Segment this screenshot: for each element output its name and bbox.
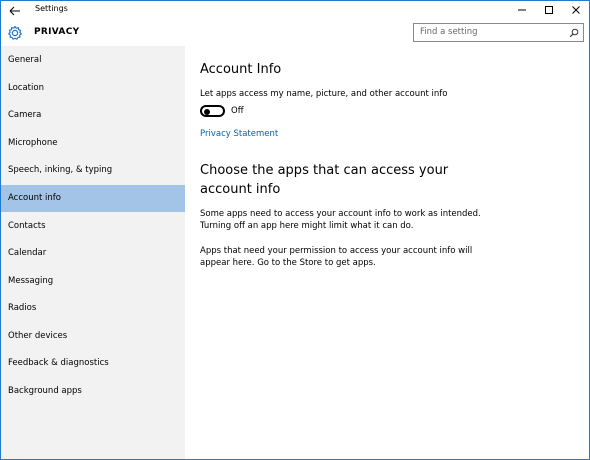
sidebar-item-label: Speech, inking, & typing [8, 165, 113, 175]
sidebar-item-background-apps[interactable]: Background apps [1, 378, 185, 405]
store-info-paragraph: Apps that need your permission to access… [200, 246, 473, 268]
sidebar-item-microphone[interactable]: Microphone [1, 130, 185, 157]
apps-heading: Choose the apps that can access your acc… [200, 163, 449, 197]
search-placeholder: Find a setting [420, 27, 478, 37]
apps-info-paragraph: Some apps need to access your account in… [200, 209, 481, 231]
sidebar-item-label: Feedback & diagnostics [8, 358, 109, 368]
gear-icon [7, 25, 23, 41]
sidebar: General Location Camera Microphone Speec… [1, 46, 185, 459]
minimize-icon [518, 9, 526, 11]
sidebar-item-other-devices[interactable]: Other devices [1, 323, 185, 350]
sidebar-item-label: Background apps [8, 386, 82, 396]
minimize-button[interactable] [509, 1, 535, 19]
sidebar-item-camera[interactable]: Camera [1, 102, 185, 129]
sidebar-item-messaging[interactable]: Messaging [1, 268, 185, 295]
privacy-statement-link[interactable]: Privacy Statement [200, 129, 278, 139]
maximize-button[interactable] [536, 1, 562, 19]
sidebar-item-label: Contacts [8, 221, 46, 231]
sidebar-item-radios[interactable]: Radios [1, 295, 185, 322]
sidebar-item-calendar[interactable]: Calendar [1, 240, 185, 267]
maximize-icon [545, 6, 553, 14]
close-icon [572, 6, 580, 14]
sidebar-item-label: Radios [8, 303, 37, 313]
main-content: Account Info Let apps access my name, pi… [185, 46, 589, 459]
page-title: PRIVACY [34, 27, 80, 37]
sidebar-item-label: General [8, 55, 42, 65]
sidebar-item-label: Microphone [8, 138, 58, 148]
search-icon [569, 28, 579, 38]
toggle-knob [204, 109, 210, 115]
back-button[interactable] [7, 3, 23, 17]
sidebar-item-label: Messaging [8, 276, 54, 286]
settings-window: Settings PRIVACY Find a setting General … [0, 0, 590, 460]
sidebar-item-label: Camera [8, 110, 42, 120]
sidebar-item-account-info[interactable]: Account info [1, 185, 185, 212]
page-header: PRIVACY Find a setting [1, 19, 589, 46]
window-title: Settings [35, 4, 68, 13]
title-bar: Settings [1, 1, 589, 19]
toggle-state-label: Off [231, 106, 244, 116]
sidebar-item-label: Calendar [8, 248, 47, 258]
sidebar-item-feedback-diagnostics[interactable]: Feedback & diagnostics [1, 350, 185, 377]
sidebar-item-label: Location [8, 83, 44, 93]
search-field[interactable]: Find a setting [413, 23, 584, 42]
sidebar-item-label: Other devices [8, 331, 68, 341]
section-heading: Account Info [200, 62, 282, 77]
account-info-toggle[interactable] [200, 105, 225, 117]
back-arrow-icon [9, 6, 20, 16]
sidebar-item-general[interactable]: General [1, 47, 185, 74]
sidebar-item-speech-inking-typing[interactable]: Speech, inking, & typing [1, 157, 185, 184]
sidebar-item-location[interactable]: Location [1, 75, 185, 102]
sidebar-item-contacts[interactable]: Contacts [1, 213, 185, 240]
close-button[interactable] [563, 1, 589, 19]
sidebar-item-label: Account info [8, 193, 61, 203]
toggle-description: Let apps access my name, picture, and ot… [200, 89, 448, 99]
